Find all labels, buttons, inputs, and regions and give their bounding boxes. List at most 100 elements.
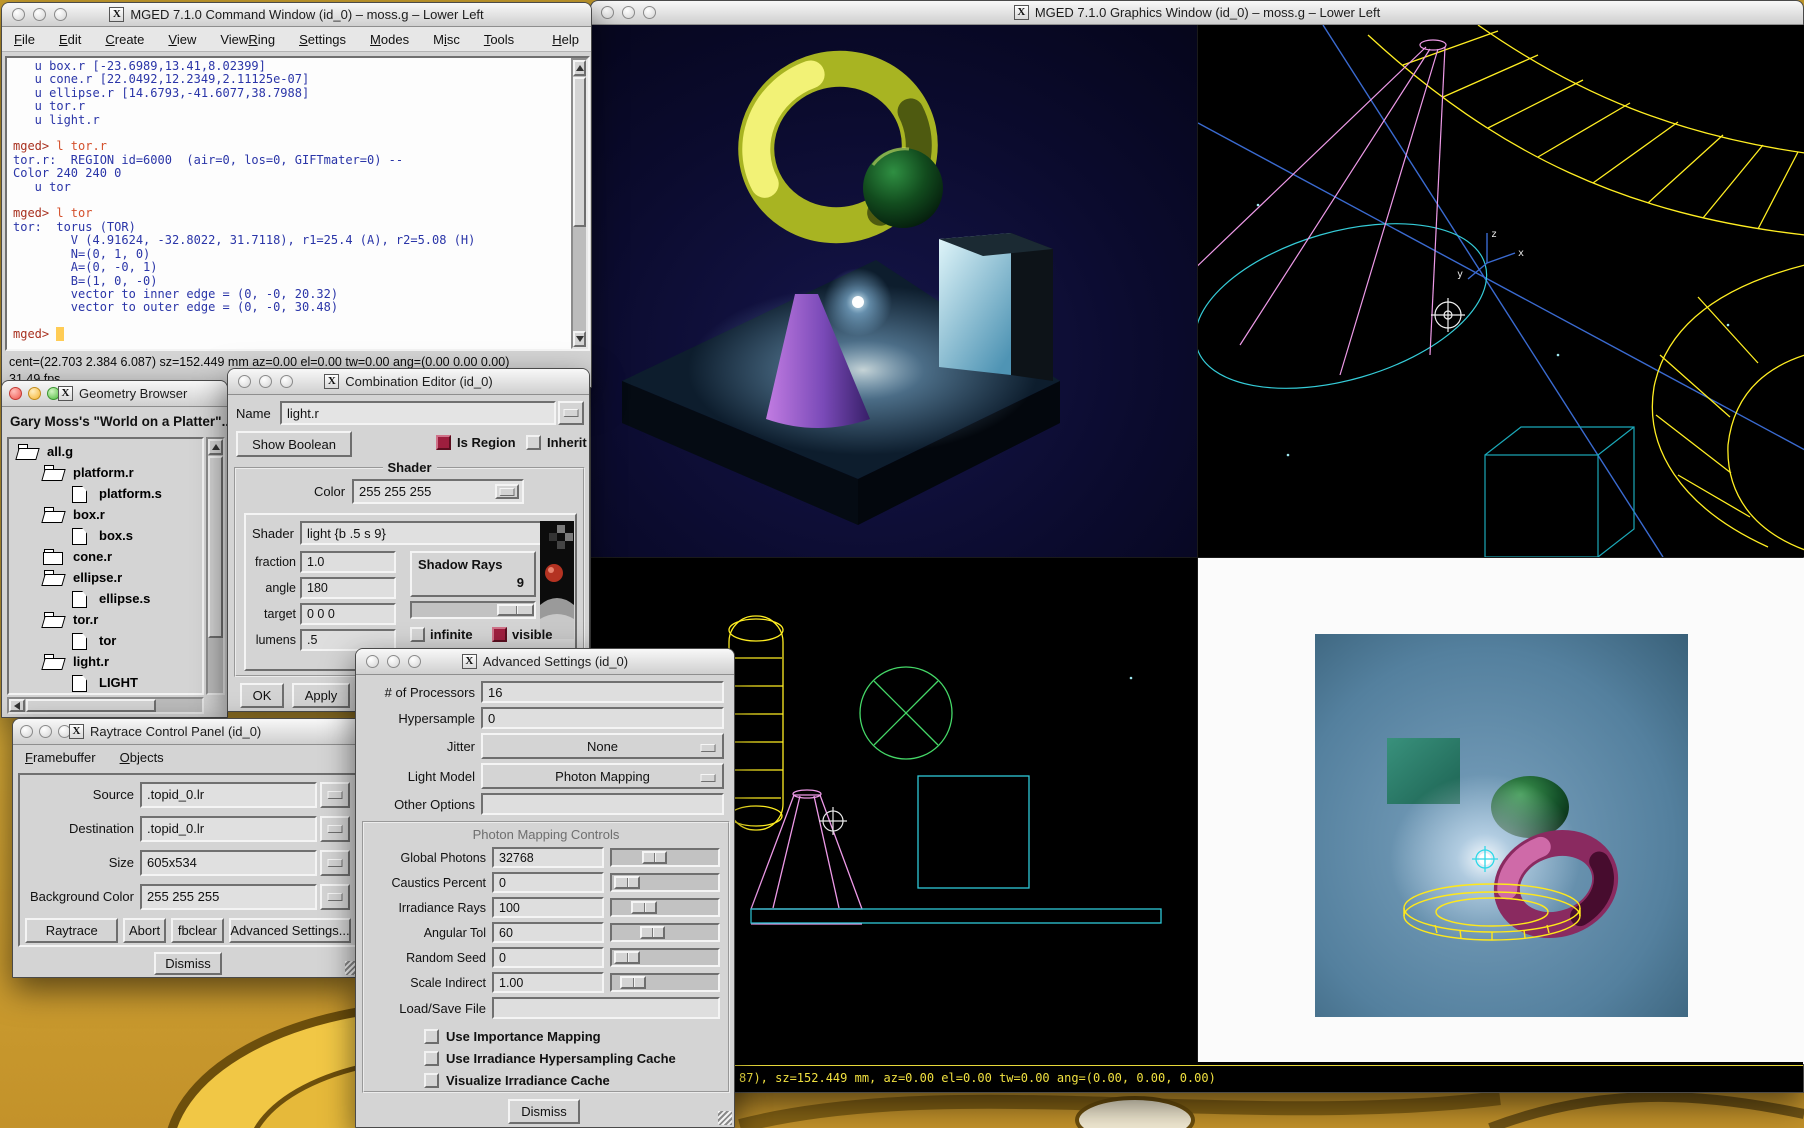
checkbox[interactable] bbox=[424, 1029, 439, 1044]
geometry-browser-titlebar[interactable]: XGeometry Browser bbox=[2, 381, 227, 407]
inherit-checkbox[interactable] bbox=[526, 435, 541, 450]
color-field[interactable]: 255 255 255 bbox=[352, 479, 524, 504]
field-menu-button[interactable] bbox=[320, 816, 350, 842]
minimize-button[interactable] bbox=[622, 6, 635, 19]
param-value[interactable]: 1.00 bbox=[492, 972, 604, 993]
color-menu-button[interactable] bbox=[495, 484, 519, 499]
tree-item-ellipse.s[interactable]: ellipse.s bbox=[9, 588, 202, 609]
slider-thumb[interactable] bbox=[614, 951, 639, 964]
raytrace-panel-titlebar[interactable]: XRaytrace Control Panel (id_0) bbox=[13, 719, 361, 745]
zoom-button[interactable] bbox=[643, 6, 656, 19]
tree-item-light.r[interactable]: light.r bbox=[9, 651, 202, 672]
menu-item-viewring[interactable]: ViewRing bbox=[220, 32, 275, 47]
tree-item-tor.r[interactable]: tor.r bbox=[9, 609, 202, 630]
button-advanced-settings-[interactable]: Advanced Settings... bbox=[229, 918, 351, 943]
tree-item-ellipse.r[interactable]: ellipse.r bbox=[9, 567, 202, 588]
scrollbar-thumb[interactable] bbox=[26, 699, 156, 712]
name-menu-button[interactable] bbox=[558, 401, 584, 425]
tree-item-box.r[interactable]: box.r bbox=[9, 504, 202, 525]
menu-item-view[interactable]: View bbox=[168, 32, 196, 47]
menu-item-file[interactable]: File bbox=[14, 32, 35, 47]
dismiss-button[interactable]: Dismiss bbox=[154, 952, 222, 975]
scrollbar-thumb[interactable] bbox=[208, 456, 223, 638]
param-value[interactable]: 0 bbox=[492, 872, 604, 893]
zoom-button[interactable] bbox=[54, 8, 67, 21]
tree-item-cone.r[interactable]: cone.r bbox=[9, 546, 202, 567]
param-value[interactable]: 1.0 bbox=[300, 551, 396, 573]
visible-checkbox[interactable] bbox=[492, 627, 507, 642]
param-value[interactable]: 0 bbox=[492, 947, 604, 968]
scroll-down-button[interactable] bbox=[573, 331, 586, 347]
menu-item-help[interactable]: Help bbox=[552, 32, 579, 47]
param-slider[interactable] bbox=[610, 948, 720, 967]
slider-thumb[interactable] bbox=[620, 976, 645, 989]
menu-item-tools[interactable]: Tools bbox=[484, 32, 514, 47]
param-slider[interactable] bbox=[610, 898, 720, 917]
tree-vertical-scrollbar[interactable] bbox=[206, 437, 225, 695]
field-value[interactable]: .topid_0.lr bbox=[140, 782, 317, 808]
menu-item-create[interactable]: Create bbox=[105, 32, 144, 47]
graphics-pane-raytraced[interactable] bbox=[591, 25, 1197, 557]
menu-item-settings[interactable]: Settings bbox=[299, 32, 346, 47]
tree-item-LIGHT[interactable]: LIGHT bbox=[9, 672, 202, 693]
menu-item-edit[interactable]: Edit bbox=[59, 32, 81, 47]
tree-item-tor[interactable]: tor bbox=[9, 630, 202, 651]
slider-thumb[interactable] bbox=[640, 926, 665, 939]
param-slider[interactable] bbox=[610, 923, 720, 942]
zoom-button[interactable] bbox=[280, 375, 293, 388]
param-value[interactable]: 60 bbox=[492, 922, 604, 943]
combination-editor-titlebar[interactable]: XCombination Editor (id_0) bbox=[228, 369, 589, 395]
menu-item-objects[interactable]: Objects bbox=[120, 750, 164, 765]
ok-button[interactable]: OK bbox=[240, 683, 284, 708]
slider-thumb[interactable] bbox=[497, 604, 534, 616]
minimize-button[interactable] bbox=[33, 8, 46, 21]
tree-item-box.s[interactable]: box.s bbox=[9, 525, 202, 546]
graphics-window-titlebar[interactable]: XMGED 7.1.0 Graphics Window (id_0) – mos… bbox=[591, 1, 1803, 25]
advanced-settings-titlebar[interactable]: XAdvanced Settings (id_0) bbox=[356, 649, 734, 675]
button-raytrace[interactable]: Raytrace bbox=[25, 918, 118, 943]
close-button[interactable] bbox=[9, 387, 22, 400]
slider-thumb[interactable] bbox=[614, 876, 639, 889]
param-value[interactable]: 0 0 0 bbox=[300, 603, 396, 625]
name-field[interactable]: light.r bbox=[280, 401, 556, 425]
field-value[interactable]: .topid_0.lr bbox=[140, 816, 317, 842]
console-output[interactable]: u box.r [-23.6989,13.41,8.02399] u cone.… bbox=[7, 58, 571, 349]
close-button[interactable] bbox=[238, 375, 251, 388]
tree-item-platform.r[interactable]: platform.r bbox=[9, 462, 202, 483]
menu-item-framebuffer[interactable]: Framebuffer bbox=[25, 750, 96, 765]
console-scrollbar[interactable] bbox=[571, 58, 588, 349]
param-value[interactable]: 100 bbox=[492, 897, 604, 918]
scroll-up-button[interactable] bbox=[573, 60, 586, 76]
option-menu[interactable]: None bbox=[481, 733, 724, 759]
close-button[interactable] bbox=[20, 725, 33, 738]
field-menu-button[interactable] bbox=[320, 884, 350, 910]
field-value[interactable]: 255 255 255 bbox=[140, 884, 317, 910]
param-slider[interactable] bbox=[610, 848, 720, 867]
zoom-button[interactable] bbox=[408, 655, 421, 668]
option-menu[interactable]: Photon Mapping bbox=[481, 763, 724, 789]
param-value[interactable]: 32768 bbox=[492, 847, 604, 868]
show-boolean-button[interactable]: Show Boolean bbox=[236, 431, 352, 457]
menu-item-misc[interactable]: Misc bbox=[433, 32, 460, 47]
field-value[interactable]: 16 bbox=[481, 681, 724, 703]
param-slider[interactable] bbox=[610, 873, 720, 892]
command-window-titlebar[interactable]: XMGED 7.1.0 Command Window (id_0) – moss… bbox=[2, 3, 591, 27]
menu-item-modes[interactable]: Modes bbox=[370, 32, 409, 47]
graphics-pane-wireframe-top[interactable]: z x y bbox=[1198, 25, 1804, 557]
button-abort[interactable]: Abort bbox=[123, 918, 165, 943]
shadow-rays-slider[interactable] bbox=[410, 601, 536, 619]
graphics-pane-framebuffer[interactable] bbox=[1198, 558, 1804, 1064]
checkbox[interactable] bbox=[424, 1051, 439, 1066]
scrollbar-thumb[interactable] bbox=[573, 77, 586, 227]
field-menu-button[interactable] bbox=[320, 850, 350, 876]
is-region-checkbox[interactable] bbox=[436, 435, 451, 450]
checkbox[interactable] bbox=[424, 1073, 439, 1088]
tree-item-all.g[interactable]: all.g bbox=[9, 441, 202, 462]
shader-field[interactable]: light {b .5 s 9} bbox=[300, 521, 550, 545]
field-value[interactable] bbox=[481, 793, 724, 815]
load-save-field[interactable] bbox=[492, 997, 720, 1019]
close-button[interactable] bbox=[601, 6, 614, 19]
tree-item-platform.s[interactable]: platform.s bbox=[9, 483, 202, 504]
apply-button[interactable]: Apply bbox=[292, 683, 350, 708]
field-menu-button[interactable] bbox=[320, 782, 350, 808]
